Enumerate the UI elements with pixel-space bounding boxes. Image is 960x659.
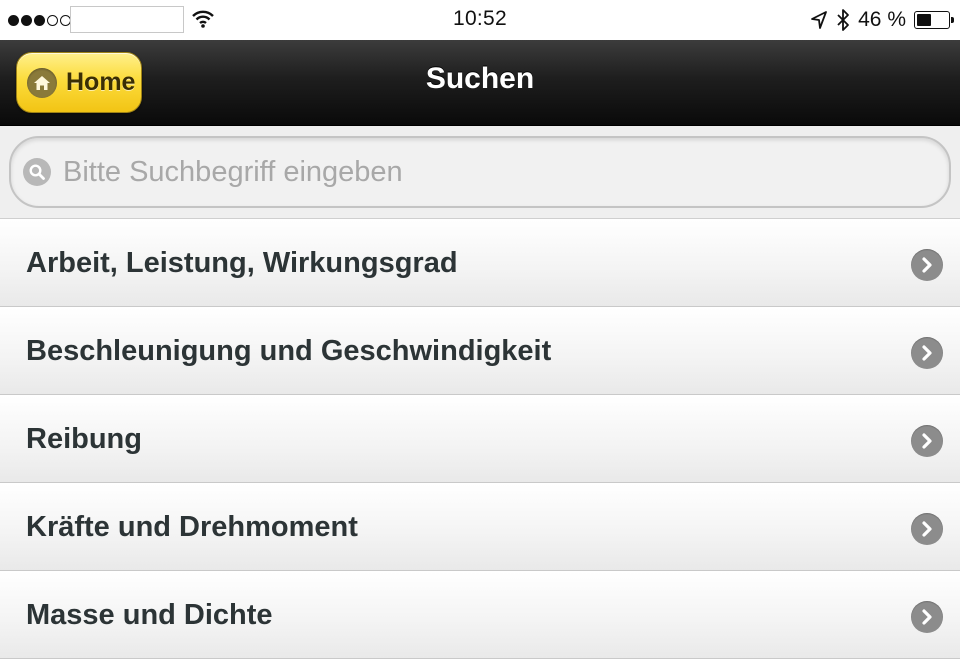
list-item-reibung[interactable]: Reibung [0, 395, 960, 483]
search-icon [23, 158, 51, 186]
battery-icon [914, 11, 954, 29]
search-input[interactable] [63, 152, 923, 192]
battery-percent: 46 % [858, 8, 906, 31]
page-title: Suchen [425, 62, 535, 95]
search-bar [0, 126, 960, 219]
search-field-container[interactable] [9, 136, 951, 208]
chevron-right-icon [911, 601, 943, 633]
location-arrow-icon [811, 11, 828, 29]
list-item-label: Arbeit, Leistung, Wirkungsgrad [26, 247, 458, 279]
battery-level [917, 14, 931, 26]
chevron-right-icon [911, 425, 943, 457]
list-item-beschleunigung[interactable]: Beschleunigung und Geschwindigkeit [0, 307, 960, 395]
list-item-masse[interactable]: Masse und Dichte [0, 571, 960, 659]
list-item-label: Reibung [26, 423, 142, 455]
bluetooth-icon [837, 9, 850, 31]
navigation-bar: Home Suchen [0, 40, 960, 126]
list-item-label: Kräfte und Drehmoment [26, 511, 358, 543]
list-item-arbeit[interactable]: Arbeit, Leistung, Wirkungsgrad [0, 219, 960, 307]
chevron-right-icon [911, 337, 943, 369]
list-item-label: Beschleunigung und Geschwindigkeit [26, 335, 552, 367]
chevron-right-icon [911, 513, 943, 545]
status-right-group: 46 % [810, 6, 954, 34]
list-item-label: Masse und Dichte [26, 599, 273, 631]
list-item-kraefte[interactable]: Kräfte und Drehmoment [0, 483, 960, 571]
topic-list: Arbeit, Leistung, Wirkungsgrad Beschleun… [0, 219, 960, 659]
chevron-right-icon [911, 249, 943, 281]
status-bar: 10:52 46 % [0, 0, 960, 40]
